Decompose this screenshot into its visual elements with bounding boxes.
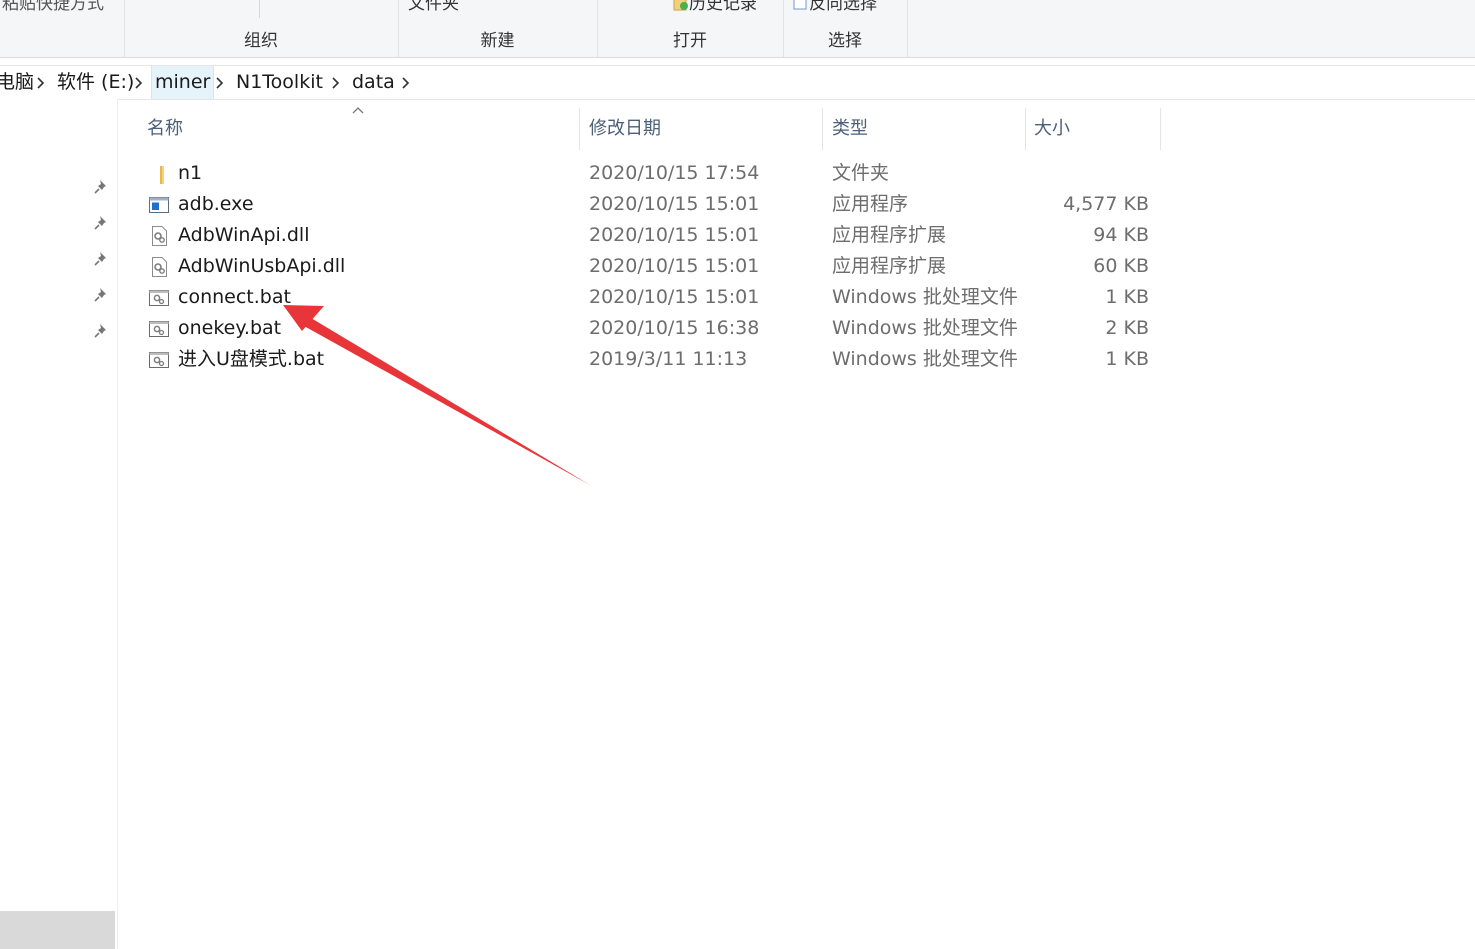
breadcrumb-item-computer[interactable]: 电脑 bbox=[0, 66, 34, 99]
dll-icon bbox=[152, 257, 167, 277]
address-bar[interactable]: 电脑 软件 (E:) miner N1Toolkit data bbox=[0, 65, 1475, 100]
pin-icon[interactable] bbox=[93, 177, 111, 195]
column-header-size[interactable]: 大小 bbox=[1034, 110, 1070, 148]
breadcrumb-item-drive-e[interactable]: 软件 (E:) bbox=[57, 66, 134, 99]
chevron-right-icon[interactable] bbox=[399, 66, 413, 99]
invert-selection-label: 反向选择 bbox=[809, 0, 877, 14]
file-type: 应用程序 bbox=[832, 193, 909, 215]
chevron-right-icon[interactable] bbox=[213, 66, 227, 99]
file-size: 1 KB bbox=[1105, 286, 1149, 308]
file-type: 应用程序扩展 bbox=[832, 255, 947, 277]
chevron-right-icon[interactable] bbox=[132, 66, 146, 99]
dll-icon bbox=[152, 226, 167, 246]
file-type: 文件夹 bbox=[832, 162, 890, 184]
breadcrumb-item-data[interactable]: data bbox=[352, 66, 395, 99]
ribbon-group-new: 文件夹 新建 bbox=[398, 0, 598, 57]
ribbon-group-clipboard: 粘贴快捷方式 bbox=[0, 0, 125, 57]
file-date: 2020/10/15 17:54 bbox=[589, 162, 760, 184]
file-date: 2020/10/15 16:38 bbox=[589, 317, 760, 339]
file-row[interactable]: AdbWinApi.dll 2020/10/15 15:01 应用程序扩展 94… bbox=[140, 220, 1160, 251]
file-name: adb.exe bbox=[178, 193, 254, 215]
ribbon: 粘贴快捷方式 组织 文件夹 新建 历史记录 打开 反向选择 选择 bbox=[0, 0, 1475, 58]
file-type: Windows 批处理文件 bbox=[832, 348, 1018, 370]
file-date: 2020/10/15 15:01 bbox=[589, 286, 760, 308]
paste-shortcut-button[interactable]: 粘贴快捷方式 bbox=[2, 0, 104, 14]
history-label: 历史记录 bbox=[689, 0, 757, 14]
file-date: 2020/10/15 15:01 bbox=[589, 193, 760, 215]
breadcrumb-item-miner[interactable]: miner bbox=[151, 66, 215, 99]
ribbon-group-open: 历史记录 打开 bbox=[597, 0, 784, 57]
pin-icon[interactable] bbox=[93, 249, 111, 267]
file-size: 60 KB bbox=[1093, 255, 1149, 277]
chevron-right-icon[interactable] bbox=[329, 66, 343, 99]
file-date: 2020/10/15 15:01 bbox=[589, 224, 760, 246]
file-name: connect.bat bbox=[178, 286, 291, 308]
column-header-date[interactable]: 修改日期 bbox=[589, 110, 661, 148]
invert-selection-icon bbox=[793, 0, 807, 10]
file-size: 2 KB bbox=[1105, 317, 1149, 339]
ribbon-group-label: 打开 bbox=[673, 31, 707, 51]
column-header-type[interactable]: 类型 bbox=[832, 110, 868, 148]
pin-icon[interactable] bbox=[93, 285, 111, 303]
column-divider[interactable] bbox=[822, 108, 823, 150]
file-type: Windows 批处理文件 bbox=[832, 317, 1018, 339]
history-icon bbox=[673, 0, 688, 11]
file-name: onekey.bat bbox=[178, 317, 282, 339]
file-name: AdbWinApi.dll bbox=[178, 224, 310, 246]
file-row[interactable]: adb.exe 2020/10/15 15:01 应用程序 4,577 KB bbox=[140, 189, 1160, 220]
file-type: 应用程序扩展 bbox=[832, 224, 947, 246]
bat-icon bbox=[149, 321, 169, 337]
file-row[interactable]: 进入U盘模式.bat 2019/3/11 11:13 Windows 批处理文件… bbox=[140, 344, 1160, 375]
chevron-right-icon[interactable] bbox=[34, 66, 48, 99]
column-divider[interactable] bbox=[1025, 108, 1026, 150]
ribbon-group-select: 反向选择 选择 bbox=[783, 0, 908, 57]
file-row[interactable]: connect.bat 2020/10/15 15:01 Windows 批处理… bbox=[140, 282, 1160, 313]
ribbon-group-label: 选择 bbox=[828, 31, 862, 51]
file-name: n1 bbox=[178, 162, 203, 184]
invert-selection-button[interactable]: 反向选择 bbox=[793, 0, 877, 14]
file-name: AdbWinUsbApi.dll bbox=[178, 255, 346, 277]
bat-icon bbox=[149, 352, 169, 368]
nav-item-selected[interactable] bbox=[0, 911, 115, 949]
ribbon-group-organize: 组织 bbox=[124, 0, 399, 57]
ribbon-group-label: 新建 bbox=[480, 31, 515, 51]
file-row[interactable]: n1 2020/10/15 17:54 文件夹 bbox=[140, 158, 1160, 189]
file-name: 进入U盘模式.bat bbox=[178, 348, 325, 370]
navigation-pane[interactable] bbox=[0, 99, 118, 949]
column-divider[interactable] bbox=[1160, 108, 1161, 150]
exe-icon bbox=[149, 197, 169, 213]
file-date: 2019/3/11 11:13 bbox=[589, 348, 748, 370]
file-size: 94 KB bbox=[1093, 224, 1149, 246]
breadcrumb-item-n1toolkit[interactable]: N1Toolkit bbox=[236, 66, 323, 99]
file-type: Windows 批处理文件 bbox=[832, 286, 1018, 308]
bat-icon bbox=[149, 290, 169, 306]
file-size: 4,577 KB bbox=[1063, 193, 1149, 215]
history-button[interactable]: 历史记录 bbox=[673, 0, 757, 14]
file-date: 2020/10/15 15:01 bbox=[589, 255, 760, 277]
ribbon-group-label: 组织 bbox=[244, 31, 278, 51]
red-arrow-icon bbox=[283, 305, 590, 485]
new-folder-button[interactable]: 文件夹 bbox=[408, 0, 459, 14]
file-row[interactable]: onekey.bat 2020/10/15 16:38 Windows 批处理文… bbox=[140, 313, 1160, 344]
file-size: 1 KB bbox=[1105, 348, 1149, 370]
folder-icon bbox=[160, 166, 164, 184]
column-divider[interactable] bbox=[579, 108, 580, 150]
file-row[interactable]: AdbWinUsbApi.dll 2020/10/15 15:01 应用程序扩展… bbox=[140, 251, 1160, 282]
column-header-name[interactable]: 名称 bbox=[147, 110, 183, 148]
sort-ascending-icon[interactable] bbox=[351, 106, 365, 114]
pin-icon[interactable] bbox=[93, 213, 111, 231]
pin-icon[interactable] bbox=[93, 321, 111, 339]
ribbon-divider bbox=[259, 0, 260, 18]
